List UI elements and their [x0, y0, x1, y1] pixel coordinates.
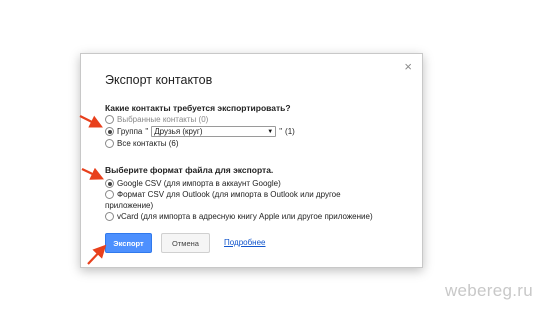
group-select[interactable]: Друзья (круг) ▼ — [151, 126, 277, 137]
radio-group[interactable]: Группа " Друзья (круг) ▼ " (1) — [105, 126, 295, 137]
format-question: Выберите формат файла для экспорта. — [105, 165, 274, 175]
export-contacts-dialog: × Экспорт контактов Какие контакты требу… — [80, 53, 423, 268]
radio-checked-icon — [105, 127, 114, 136]
more-info-link[interactable]: Подробнее — [224, 238, 266, 247]
radio-vcard-label: vCard (для импорта в адресную книгу Appl… — [117, 212, 373, 221]
cancel-button[interactable]: Отмена — [161, 233, 210, 253]
radio-google-csv-label: Google CSV (для импорта в аккаунт Google… — [117, 179, 281, 188]
dialog-title: Экспорт контактов — [105, 73, 213, 87]
export-button[interactable]: Экспорт — [105, 233, 152, 253]
contacts-question: Какие контакты требуется экспортировать? — [105, 103, 291, 113]
watermark: webereg.ru — [444, 281, 533, 300]
radio-outlook-csv-label: Формат CSV для Outlook (для импорта в Ou… — [117, 190, 341, 199]
quote-open: " — [145, 127, 149, 136]
quote-close: " — [279, 127, 283, 136]
radio-vcard[interactable]: vCard (для импорта в адресную книгу Appl… — [105, 212, 373, 221]
radio-google-csv[interactable]: Google CSV (для импорта в аккаунт Google… — [105, 179, 281, 188]
radio-icon — [105, 212, 114, 221]
radio-outlook-csv-label-cont: приложение) — [105, 201, 154, 210]
triangle-down-icon: ▼ — [267, 128, 274, 135]
radio-checked-icon — [105, 179, 114, 188]
radio-icon — [105, 139, 114, 148]
radio-selected-contacts-label: Выбранные контакты (0) — [117, 115, 209, 124]
radio-all-contacts-label: Все контакты (6) — [117, 139, 179, 148]
radio-group-label: Группа — [117, 127, 143, 136]
radio-icon — [105, 115, 114, 124]
radio-selected-contacts[interactable]: Выбранные контакты (0) — [105, 115, 208, 124]
close-icon[interactable]: × — [404, 60, 412, 74]
group-select-value: Друзья (круг) — [154, 127, 203, 136]
radio-icon — [105, 190, 114, 199]
radio-outlook-csv[interactable]: Формат CSV для Outlook (для импорта в Ou… — [105, 190, 341, 199]
group-count: (1) — [285, 127, 295, 136]
radio-all-contacts[interactable]: Все контакты (6) — [105, 139, 179, 148]
